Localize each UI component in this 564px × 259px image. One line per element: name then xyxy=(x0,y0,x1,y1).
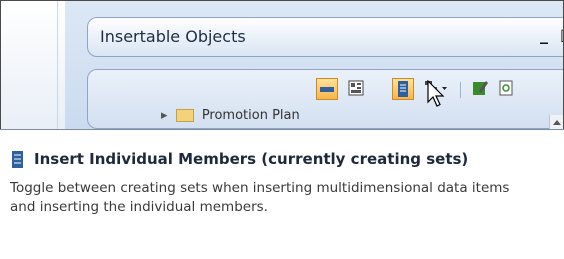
folder-icon xyxy=(175,109,194,122)
insert-sets-button[interactable] xyxy=(316,78,338,100)
left-pane-edge xyxy=(1,1,58,131)
scroll-up-icon xyxy=(553,120,561,125)
left-pane xyxy=(1,1,66,131)
tooltip-title: Insert Individual Members (currently cre… xyxy=(34,150,469,168)
tree-item-label: Promotion Plan xyxy=(201,108,300,123)
tooltip-body: Toggle between creating sets when insert… xyxy=(10,180,510,215)
toolbar-separator xyxy=(460,82,461,98)
insert-individual-members-tooltip-icon xyxy=(12,151,23,168)
refresh-icon xyxy=(499,80,513,96)
table-layout-icon xyxy=(348,80,364,96)
insertable-objects-title-bar: Insertable Objects _ □ xyxy=(87,17,563,57)
expand-arrow-icon: ▸ xyxy=(161,108,168,123)
insert-individual-members-button[interactable] xyxy=(392,78,414,100)
minimize-button[interactable]: _ xyxy=(540,25,548,44)
insert-sets-icon xyxy=(320,87,334,92)
table-layout-button[interactable] xyxy=(346,78,368,100)
refresh-button[interactable] xyxy=(496,78,518,100)
insertable-objects-toolbar xyxy=(87,69,563,129)
tree-item-promotion-plan[interactable]: ▸ Promotion Plan xyxy=(161,108,300,123)
edit-button[interactable] xyxy=(470,78,492,100)
edit-icon xyxy=(473,81,488,95)
insert-individual-members-icon xyxy=(398,81,408,97)
maximize-button[interactable]: □ xyxy=(560,25,563,44)
panel-title: Insertable Objects xyxy=(100,27,246,46)
mouse-cursor-icon xyxy=(427,80,445,107)
tooltip: Insert Individual Members (currently cre… xyxy=(0,129,564,259)
